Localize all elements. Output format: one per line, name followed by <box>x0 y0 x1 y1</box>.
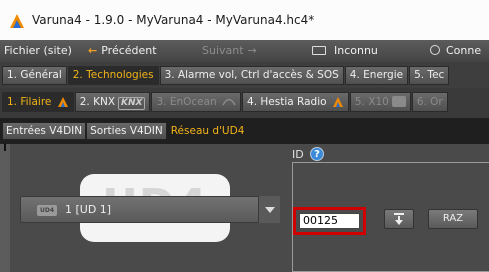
panel-splitter[interactable] <box>0 144 10 272</box>
tab-tec[interactable]: 5. Tec <box>409 66 450 85</box>
arrow-left-icon: ← <box>88 44 98 57</box>
next-label: Suivant <box>202 44 244 57</box>
tab-enocean-label: 3. EnOcean <box>156 96 217 108</box>
title-bar: Varuna4 - 1.9.0 - MyVaruna4 - MyVaruna4.… <box>0 0 489 40</box>
technology-tab-bar: 1. Filaire 2. KNX KNX 3. EnOcean 4. Hesti… <box>0 88 489 118</box>
id-input[interactable]: 00125 <box>299 213 360 229</box>
window-title: Varuna4 - 1.9.0 - MyVaruna4 - MyVaruna4.… <box>32 13 315 27</box>
sub-tab-bar: Entrées V4DIN Sorties V4DIN Réseau d'UD4 <box>0 118 489 144</box>
raz-button[interactable]: RAZ <box>428 209 478 229</box>
screen-icon <box>312 46 326 55</box>
tab-filaire-label: 1. Filaire <box>7 96 52 108</box>
tab-hestia-radio[interactable]: 4. Hestia Radio <box>242 92 349 112</box>
chevron-down-icon[interactable] <box>258 196 280 223</box>
id-input-highlight: 00125 <box>293 207 366 235</box>
splitter-handle <box>4 144 6 151</box>
tab-energy[interactable]: 4. Energie <box>344 66 409 85</box>
tab-reseau-ud4[interactable]: Réseau d'UD4 <box>166 122 249 140</box>
tab-hestia-label: 4. Hestia Radio <box>247 96 327 108</box>
ud4-badge-icon: UD4 <box>37 205 57 216</box>
tab-x10[interactable]: 5. X10 <box>349 92 411 112</box>
tab-entrees-v4din[interactable]: Entrées V4DIN <box>2 122 87 140</box>
menu-file[interactable]: Fichier (site) <box>4 44 72 57</box>
tab-alarm[interactable]: 3. Alarme vol, Ctrl d'accès & SOS <box>159 66 344 85</box>
unknown-status[interactable]: Inconnu <box>312 44 378 57</box>
content-panel: UD4 UD4 1 [UD 1] ID ? 00125 RAZ <box>0 144 489 272</box>
main-tab-bar: 1. Général 2. Technologies 3. Alarme vol, … <box>0 62 489 88</box>
previous-label: Précédent <box>101 44 157 57</box>
arrow-right-icon: → <box>247 44 257 57</box>
next-button[interactable]: Suivant → <box>202 44 257 57</box>
download-icon <box>394 213 404 225</box>
previous-button[interactable]: ← Précédent <box>88 44 157 57</box>
connect-button[interactable]: Conne <box>430 44 481 57</box>
tab-knx-label: 2. KNX <box>79 96 116 108</box>
tab-knx[interactable]: 2. KNX KNX <box>74 92 151 112</box>
tab-enocean[interactable]: 3. EnOcean <box>151 92 242 112</box>
tab-filaire[interactable]: 1. Filaire <box>2 92 74 112</box>
knx-logo-icon: KNX <box>118 97 146 110</box>
menu-bar: Fichier (site) ← Précédent Suivant → Incon… <box>0 40 489 62</box>
tab-general[interactable]: 1. Général <box>2 66 67 85</box>
tab-technologies[interactable]: 2. Technologies <box>67 66 159 85</box>
help-icon[interactable]: ? <box>310 147 324 161</box>
tab-other[interactable]: 6. Or <box>411 92 448 112</box>
hager-icon <box>57 97 68 107</box>
tab-sorties-v4din[interactable]: Sorties V4DIN <box>86 122 167 140</box>
download-button[interactable] <box>384 209 414 229</box>
id-label: ID <box>292 148 304 161</box>
connect-label: Conne <box>446 44 482 57</box>
enocean-icon <box>222 98 236 106</box>
x10-icon <box>391 96 406 107</box>
tab-x10-label: 5. X10 <box>354 96 389 108</box>
hager-icon <box>332 97 343 107</box>
device-select-value: 1 [UD 1] <box>65 203 112 216</box>
varuna-app-icon <box>10 14 24 28</box>
device-select[interactable]: UD4 1 [UD 1] <box>20 196 280 223</box>
unknown-label: Inconnu <box>334 44 378 57</box>
clock-icon <box>430 45 440 55</box>
